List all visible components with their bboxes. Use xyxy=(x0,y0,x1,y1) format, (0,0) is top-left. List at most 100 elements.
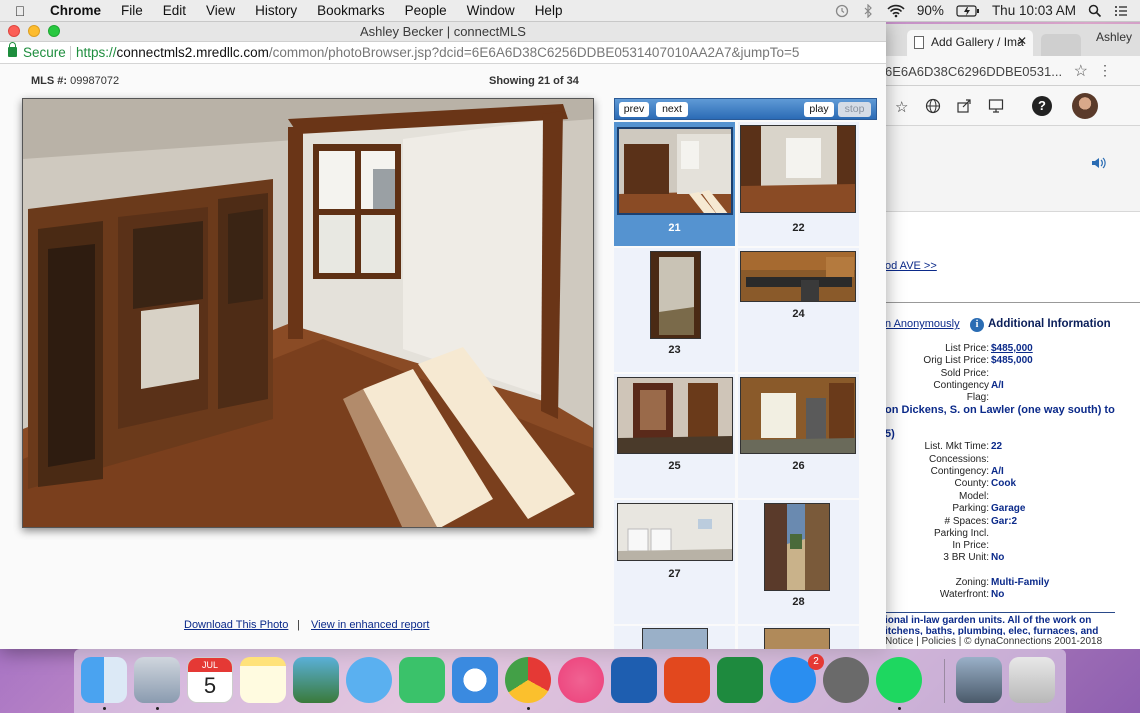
menu-people[interactable]: People xyxy=(395,3,457,18)
thumbnail-image[interactable] xyxy=(740,125,856,213)
profile-avatar[interactable] xyxy=(1072,93,1098,119)
thumbnail-cell[interactable]: 24 xyxy=(738,248,859,372)
spotify-icon[interactable] xyxy=(876,657,922,703)
field-value: No xyxy=(991,589,1005,600)
contact-anonymously-link[interactable]: n Anonymously xyxy=(885,318,960,330)
monitor-icon[interactable] xyxy=(988,98,1004,114)
thumbnail-cell[interactable]: 28 xyxy=(738,500,859,624)
thumbnail-image[interactable] xyxy=(764,503,830,591)
thumbnail-image[interactable] xyxy=(740,251,856,302)
spotlight-search-icon[interactable] xyxy=(1088,4,1102,18)
field-label: Zoning: xyxy=(955,577,989,588)
menu-edit[interactable]: Edit xyxy=(153,3,196,18)
menu-window[interactable]: Window xyxy=(457,3,525,18)
thumbnail-cell[interactable]: 25 xyxy=(614,374,735,498)
menu-view[interactable]: View xyxy=(196,3,245,18)
powerpoint-icon[interactable] xyxy=(664,657,710,703)
stop-button[interactable]: stop xyxy=(838,102,871,117)
messages-icon[interactable] xyxy=(346,657,392,703)
back-tab-strip: Add Gallery / Ima ✕ Ashley xyxy=(885,24,1140,56)
address-link[interactable]: od AVE >> xyxy=(885,260,937,272)
thumbnail-label: 21 xyxy=(668,222,681,234)
thumbnail-image[interactable] xyxy=(617,503,733,561)
download-photo-link[interactable]: Download This Photo xyxy=(184,619,288,631)
thumbnail-image[interactable] xyxy=(764,628,830,649)
time-machine-icon[interactable] xyxy=(835,4,849,18)
thumbnail-cell[interactable]: 26 xyxy=(738,374,859,498)
thumbnail-image[interactable] xyxy=(617,127,733,215)
thumbnail-image[interactable] xyxy=(650,251,701,339)
back-url-text[interactable]: 6E6A6D38C6296DDBE0531... xyxy=(885,64,1062,79)
calendar-icon[interactable]: JUL 5 xyxy=(187,657,233,703)
thumbnail-cell[interactable]: 21 xyxy=(614,122,735,246)
thumbnail-image[interactable] xyxy=(617,377,733,454)
thumbnail-image[interactable] xyxy=(642,628,708,649)
running-indicator xyxy=(156,707,159,710)
room-photo-illustration xyxy=(23,99,593,527)
preview-icon[interactable] xyxy=(134,657,180,703)
globe-icon[interactable] xyxy=(925,98,941,114)
speaker-icon[interactable] xyxy=(1091,156,1107,170)
address-bar[interactable]: Secure https://connectmls2.mredllc.com/c… xyxy=(0,42,886,64)
directions-text-cont: 5) xyxy=(885,428,895,440)
field-row: # Spaces: Gar:2 xyxy=(885,516,1140,528)
menu-history[interactable]: History xyxy=(245,3,307,18)
thumbnail-image[interactable] xyxy=(740,377,856,454)
facetime-icon[interactable] xyxy=(399,657,445,703)
field-label: Waterfront: xyxy=(939,589,989,600)
field-value[interactable]: $485,000 xyxy=(991,343,1033,354)
finder-icon[interactable] xyxy=(81,657,127,703)
share-icon[interactable] xyxy=(956,98,972,114)
apple-menu-icon[interactable]:  xyxy=(0,3,40,19)
thumbnail-cell[interactable]: 22 xyxy=(738,122,859,246)
back-address-bar[interactable]: 6E6A6D38C6296DDBE0531... ☆ ⋮ xyxy=(885,56,1140,86)
photo-booth-icon[interactable] xyxy=(293,657,339,703)
trash-icon[interactable] xyxy=(1009,657,1055,703)
thumbnail-grid: 21 22 23 24 25 26 27 28 xyxy=(614,122,860,649)
battery-icon[interactable] xyxy=(956,4,980,18)
notes-icon[interactable] xyxy=(240,657,286,703)
new-tab-button[interactable] xyxy=(1041,34,1081,56)
notification-center-icon[interactable] xyxy=(1114,4,1128,18)
field-label: Concessions: xyxy=(928,454,989,465)
bookmark-star-icon[interactable]: ☆ xyxy=(1074,61,1088,81)
downloads-stack-icon[interactable] xyxy=(956,657,1002,703)
view-enhanced-report-link[interactable]: View in enhanced report xyxy=(311,619,429,631)
field-label: Orig List Price: xyxy=(923,355,989,366)
profile-name[interactable]: Ashley xyxy=(1096,30,1132,44)
close-tab-icon[interactable]: ✕ xyxy=(1017,34,1027,48)
field-row: Zoning: Multi-Family xyxy=(885,577,1140,589)
field-row: Parking: Garage xyxy=(885,503,1140,515)
play-button[interactable]: play xyxy=(804,102,834,117)
bluetooth-icon[interactable] xyxy=(861,3,875,18)
field-label: Flag: xyxy=(966,392,989,403)
field-row: Model: xyxy=(885,491,1140,503)
wifi-icon[interactable] xyxy=(887,4,905,18)
itunes-icon[interactable] xyxy=(558,657,604,703)
secure-label[interactable]: Secure xyxy=(23,45,66,60)
lock-icon[interactable] xyxy=(8,42,17,57)
back-tab-add-gallery[interactable]: Add Gallery / Ima ✕ xyxy=(907,30,1033,56)
chrome-icon[interactable] xyxy=(505,657,551,703)
field-label: County: xyxy=(954,478,989,489)
excel-icon[interactable] xyxy=(717,657,763,703)
thumbnail-cell[interactable] xyxy=(614,626,735,649)
clock[interactable]: Thu 10:03 AM xyxy=(992,3,1076,18)
help-icon[interactable]: ? xyxy=(1032,96,1052,116)
menu-help[interactable]: Help xyxy=(525,3,573,18)
menu-file[interactable]: File xyxy=(111,3,153,18)
star-icon[interactable]: ☆ xyxy=(895,98,908,116)
menu-app-chrome[interactable]: Chrome xyxy=(40,3,111,18)
safari-icon[interactable] xyxy=(452,657,498,703)
thumbnail-cell[interactable]: 23 xyxy=(614,248,735,372)
prev-button[interactable]: prev xyxy=(619,102,649,117)
thumbnail-cell[interactable]: 27 xyxy=(614,500,735,624)
next-button[interactable]: next xyxy=(656,102,688,117)
thumbnail-cell[interactable] xyxy=(738,626,859,649)
more-menu-icon[interactable]: ⋮ xyxy=(1098,62,1112,79)
menu-bookmarks[interactable]: Bookmarks xyxy=(307,3,395,18)
main-photo[interactable] xyxy=(22,98,594,528)
url-text[interactable]: https://connectmls2.mredllc.com/common/p… xyxy=(76,45,799,60)
word-icon[interactable] xyxy=(611,657,657,703)
system-preferences-icon[interactable] xyxy=(823,657,869,703)
